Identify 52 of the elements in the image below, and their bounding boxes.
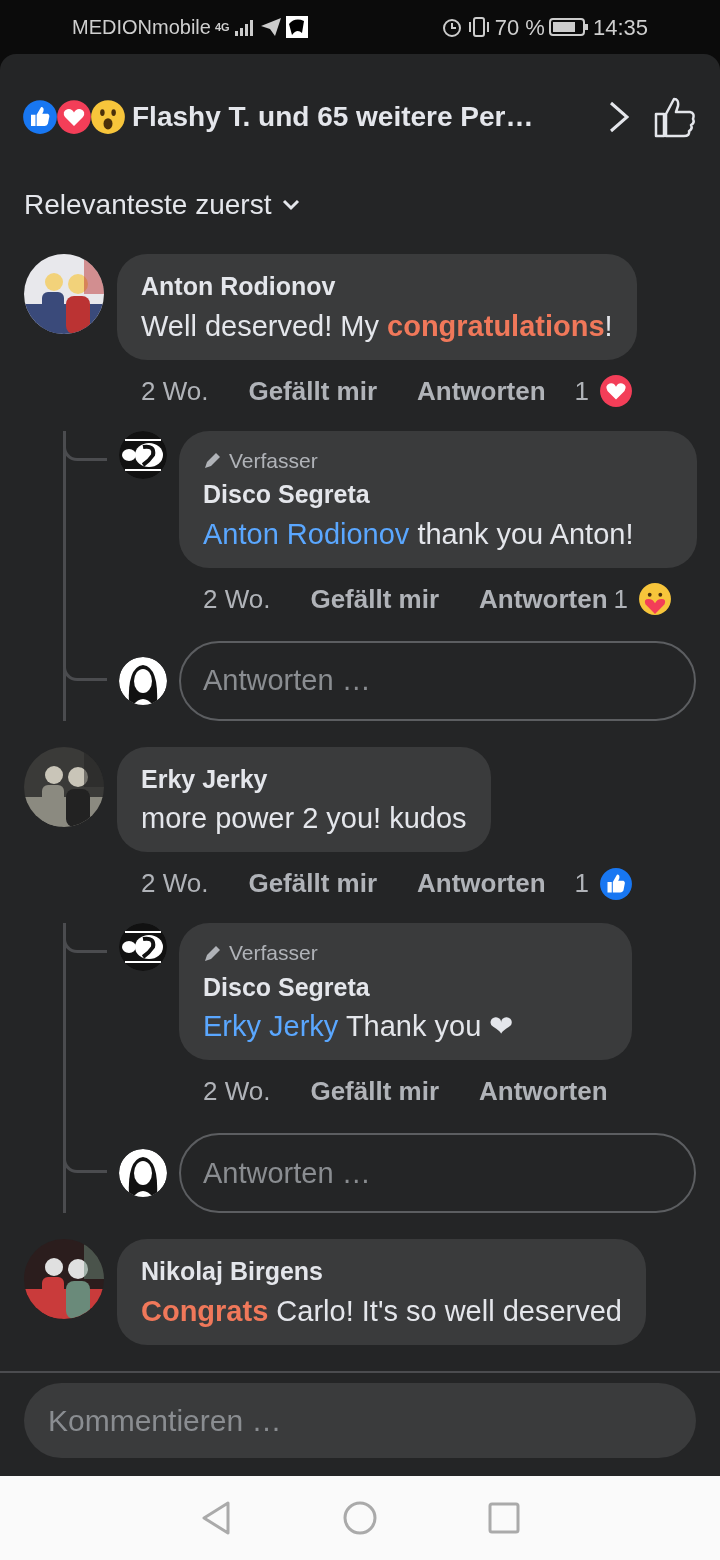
carrier-name: MEDIONmobile xyxy=(72,15,211,40)
hugging-face-icon xyxy=(638,582,672,617)
reply-link[interactable]: Antworten xyxy=(479,579,608,619)
signal-icon xyxy=(233,17,256,37)
reaction-count: 1 xyxy=(574,374,589,408)
author-label: Verfasser xyxy=(229,940,318,967)
chevron-right-icon[interactable] xyxy=(608,100,630,134)
comment-text: Well deserved! My congratulations! xyxy=(141,308,613,344)
timestamp: 2 Wo. xyxy=(141,867,209,901)
network-type: 4G xyxy=(214,19,230,35)
heart-reaction-icon xyxy=(599,374,633,408)
author-name[interactable]: Disco Segreta xyxy=(203,476,673,514)
sort-dropdown[interactable]: Relevanteste zuerst xyxy=(0,154,720,226)
author-name[interactable]: Disco Segreta xyxy=(203,968,608,1007)
reply-text: Erky Jerky Thank you ❤ xyxy=(203,1009,515,1045)
timestamp: 2 Wo. xyxy=(203,582,271,616)
reply-input[interactable]: Antworten … xyxy=(179,640,696,721)
like-link[interactable]: Gefällt mir xyxy=(310,1072,440,1112)
comment-text: more power 2 you! kudos xyxy=(141,801,467,837)
reply-input[interactable]: Antworten … xyxy=(179,1133,696,1214)
like-reaction-icon xyxy=(599,866,633,901)
reply-link[interactable]: Antworten xyxy=(417,864,546,904)
reaction-count: 1 xyxy=(574,867,589,901)
alarm-icon xyxy=(440,16,463,38)
like-link[interactable]: Gefällt mir xyxy=(248,864,378,904)
pencil-icon xyxy=(203,450,223,471)
comment-input[interactable]: Kommentieren … xyxy=(24,1383,696,1458)
reply-link[interactable]: Antworten xyxy=(479,1072,608,1112)
timestamp: 2 Wo. xyxy=(141,374,209,408)
mention-link[interactable]: Erky Jerky xyxy=(203,1010,339,1043)
author-name[interactable]: Erky Jerky xyxy=(141,760,467,799)
author-name[interactable]: Nikolaj Birgens xyxy=(141,1253,622,1291)
comment-text: Congrats Carlo! It's so well deserved xyxy=(141,1293,622,1329)
battery-level: 70 % xyxy=(494,13,545,42)
battery-icon xyxy=(548,17,589,37)
clock: 14:35 xyxy=(592,13,648,42)
like-link[interactable]: Gefällt mir xyxy=(248,371,378,411)
like-link[interactable]: Gefällt mir xyxy=(310,579,440,619)
reply-text: Anton Rodionov thank you Anton! xyxy=(203,516,635,552)
like-icon[interactable] xyxy=(654,96,696,138)
reaction-icons[interactable] xyxy=(22,99,126,135)
reactions-summary[interactable]: Flashy T. und 65 weitere Per… xyxy=(132,96,534,138)
reaction-count: 1 xyxy=(613,582,628,616)
author-name[interactable]: Anton Rodionov xyxy=(141,268,613,306)
vibrate-icon xyxy=(466,16,491,38)
mention-link[interactable]: Anton Rodionov xyxy=(203,517,410,550)
caret-icon xyxy=(281,198,302,212)
app-icon xyxy=(285,16,308,38)
send-icon xyxy=(259,17,282,37)
timestamp: 2 Wo. xyxy=(203,1075,271,1109)
reply-link[interactable]: Antworten xyxy=(417,371,546,411)
author-label: Verfasser xyxy=(229,447,318,474)
